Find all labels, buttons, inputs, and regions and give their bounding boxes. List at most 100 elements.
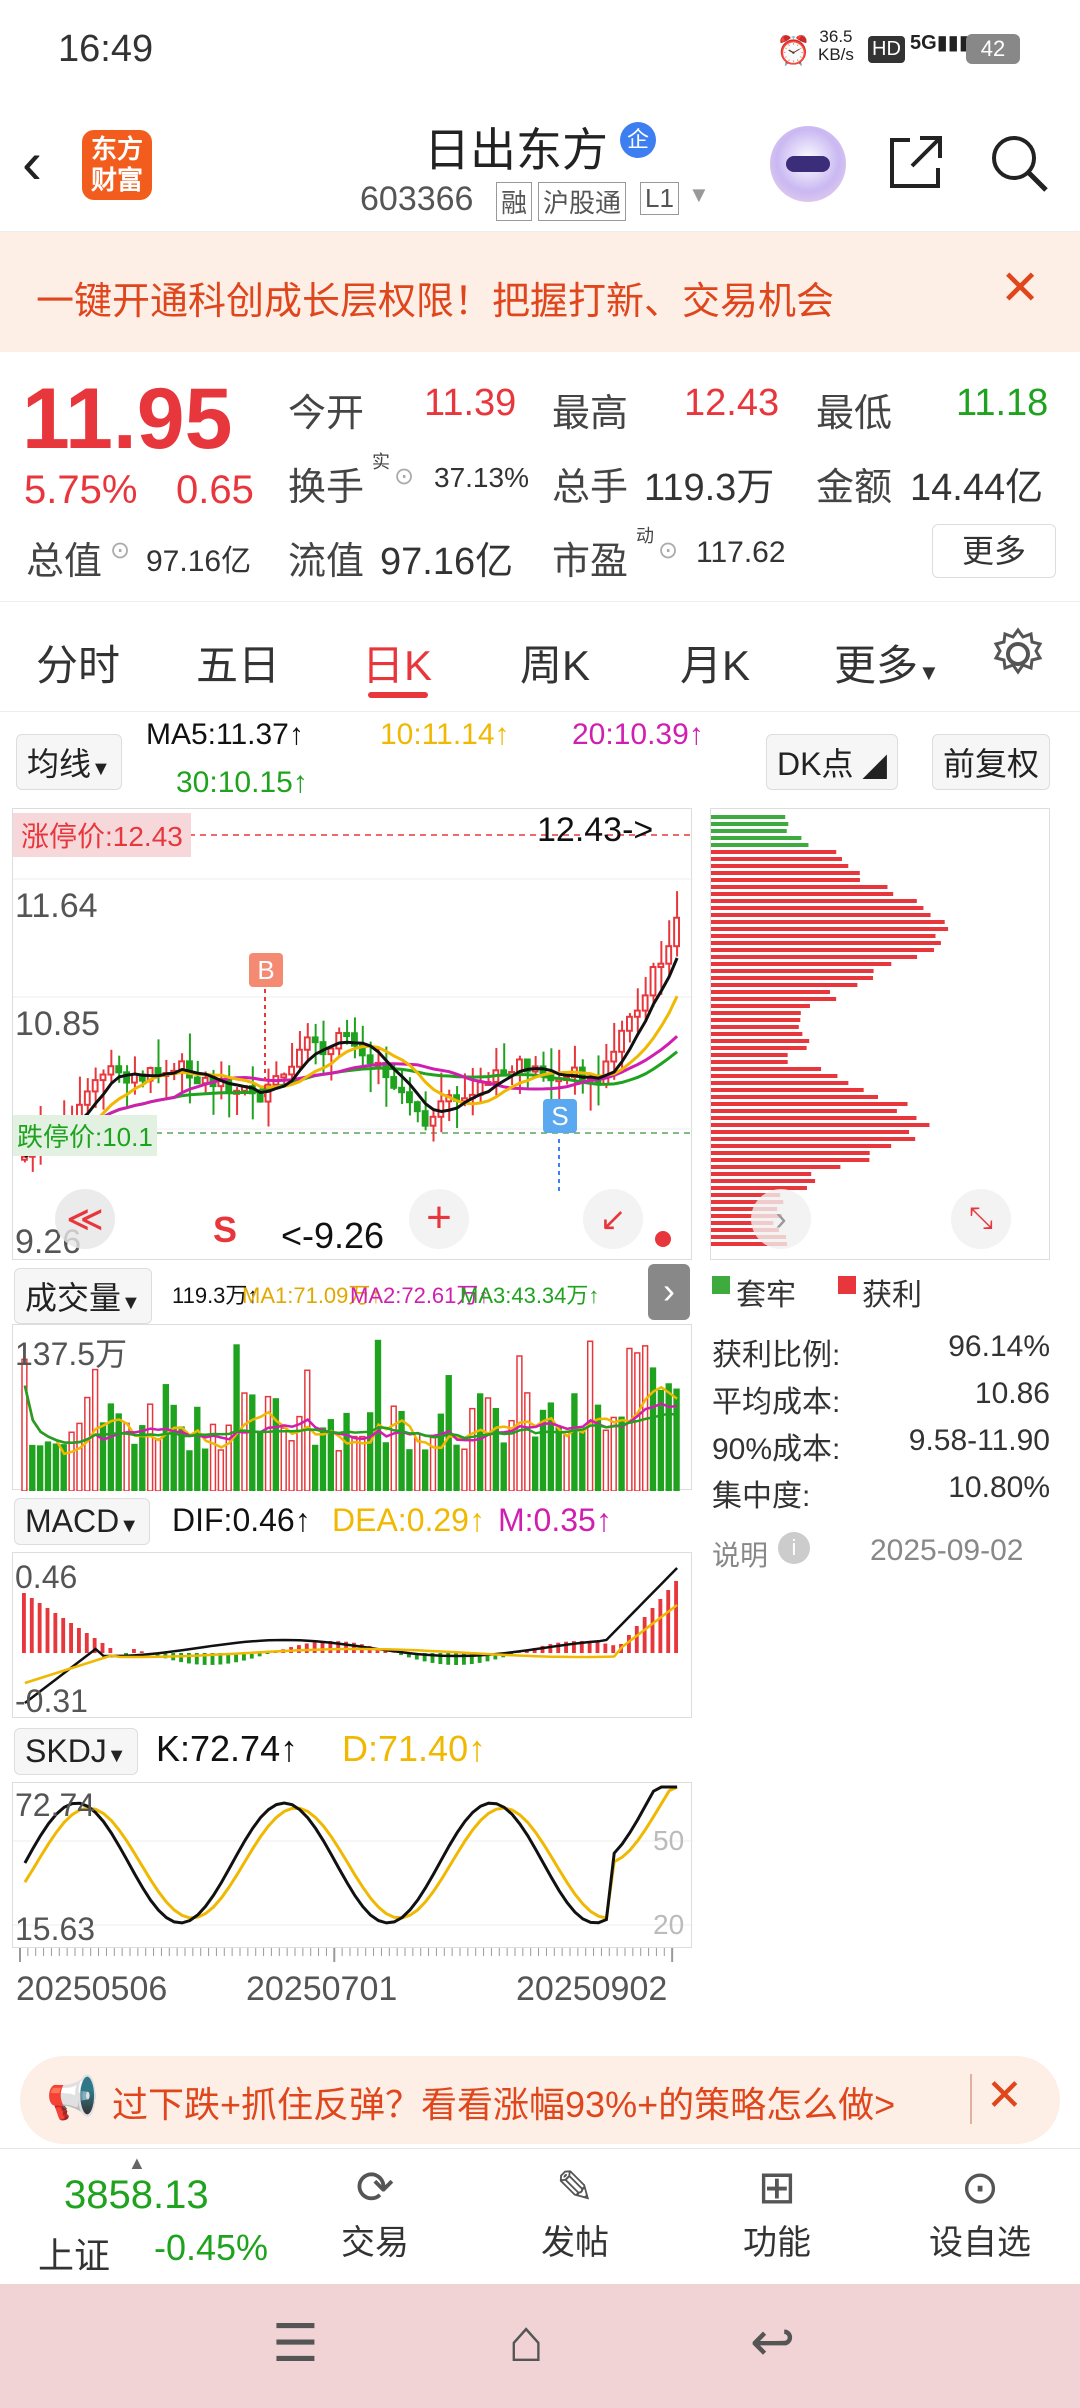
- tab-weekly-k[interactable]: 周K: [520, 632, 590, 693]
- candle: [437, 1100, 445, 1118]
- skdj-selector[interactable]: SKDJ▼: [14, 1728, 138, 1775]
- ad-bar[interactable]: 📢 过下跌+抓住反弹？看看涨幅93%+的策略怎么做> ✕: [20, 2056, 1060, 2144]
- price-tick-1: 11.64: [15, 887, 98, 925]
- candle: [641, 994, 649, 1012]
- more-button[interactable]: 更多: [932, 524, 1056, 578]
- tab-monthly-k[interactable]: 月K: [680, 632, 750, 693]
- chip-bar: [711, 969, 874, 973]
- note-link[interactable]: 说明: [712, 1534, 768, 1574]
- home-icon[interactable]: ⌂: [508, 2306, 544, 2375]
- skdj-chart[interactable]: 72.74 15.63 50 20: [12, 1782, 693, 1948]
- add-drawing-icon[interactable]: +: [409, 1189, 469, 1249]
- candle: [311, 1036, 319, 1044]
- tab-daily-k[interactable]: 日K: [362, 632, 432, 693]
- chevron-down-icon[interactable]: ▼: [688, 182, 710, 208]
- volume-bar: [115, 1413, 122, 1492]
- chip-bar: [711, 1186, 807, 1190]
- scroll-left-icon[interactable]: ≪: [55, 1189, 115, 1249]
- nav-watchlist[interactable]: ⊙ 设自选: [912, 2159, 1048, 2264]
- back-icon[interactable]: ‹: [22, 128, 42, 197]
- enterprise-badge: 企: [620, 122, 656, 158]
- macd-selector[interactable]: MACD▼: [14, 1498, 151, 1545]
- macd-bar: [22, 1593, 26, 1653]
- volume-bar: [162, 1384, 170, 1492]
- skdj-top-label: 72.74: [15, 1787, 96, 1823]
- change-amount: 0.65: [176, 468, 254, 512]
- last-price: 11.95: [22, 371, 233, 467]
- volume-bar: [382, 1442, 390, 1492]
- share-icon[interactable]: [886, 132, 946, 192]
- macd-bar: [658, 1599, 663, 1653]
- volume-bar: [249, 1394, 256, 1492]
- chip-bar: [711, 1116, 917, 1120]
- info-icon[interactable]: i: [778, 1532, 810, 1564]
- ma-selector[interactable]: 均线▼: [16, 734, 122, 790]
- trade-icon: ⟳: [355, 2161, 395, 2213]
- volume-bar: [68, 1431, 75, 1492]
- candle: [429, 1115, 437, 1127]
- profit-legend-swatch: [838, 1276, 856, 1294]
- expand-icon[interactable]: ⤡: [951, 1189, 1011, 1249]
- chevron-right-icon[interactable]: ›: [751, 1189, 811, 1249]
- nav-function[interactable]: ⊞ 功能: [722, 2159, 832, 2264]
- back-nav-icon[interactable]: ↩: [750, 2310, 795, 2373]
- volume-bar: [531, 1436, 539, 1492]
- nav-post[interactable]: ✎ 发帖: [520, 2159, 630, 2264]
- candle: [665, 945, 673, 965]
- tab-five-day[interactable]: 五日: [196, 632, 280, 693]
- promo-banner[interactable]: 一键开通科创成长层权限！把握打新、交易机会 ✕: [0, 232, 1080, 352]
- tab-more[interactable]: 更多▼: [834, 632, 940, 693]
- macd-bar: [61, 1618, 66, 1653]
- kline-chart[interactable]: 涨停价:12.43 12.43-> 11.64 10.85 跌停价:10.1 9…: [12, 808, 693, 1261]
- macd-bar: [674, 1581, 678, 1653]
- adjust-selector[interactable]: 前复权: [932, 734, 1051, 790]
- search-icon[interactable]: [988, 132, 1050, 194]
- nav-trade[interactable]: ⟳ 交易: [320, 2159, 430, 2264]
- chip-bar: [711, 1032, 803, 1036]
- chip-bar: [711, 1095, 878, 1099]
- volume-indicator-selector[interactable]: 成交量▼: [14, 1268, 152, 1324]
- chip-bar: [711, 1018, 801, 1022]
- more-dots-icon: ⊙: [960, 2161, 1000, 2213]
- collapse-arrow-icon[interactable]: ›: [648, 1264, 690, 1320]
- status-bar: 16:49 ⏰ 36.5 KB/s HD 5G▮▮▮▮ 42: [0, 0, 1080, 100]
- gear-icon[interactable]: [990, 626, 1046, 682]
- app-logo: 东方财富: [82, 130, 152, 200]
- volume-bar: [296, 1415, 303, 1492]
- dk-point-selector[interactable]: DK点 ◢: [766, 734, 898, 790]
- chip-bar: [711, 1004, 810, 1008]
- macd-bar: [100, 1643, 105, 1653]
- chip-bar: [711, 962, 892, 966]
- macd-bar: [139, 1651, 144, 1653]
- chip-bar: [711, 990, 830, 994]
- level-tag: L1: [640, 182, 679, 215]
- close-icon[interactable]: ✕: [1000, 260, 1040, 316]
- sell-signal-marker[interactable]: S: [543, 1099, 577, 1133]
- menu-icon[interactable]: ☰: [272, 2314, 319, 2374]
- chip-bar: [711, 1137, 916, 1141]
- tab-intraday[interactable]: 分时: [36, 632, 120, 693]
- close-icon[interactable]: ✕: [986, 2070, 1023, 2121]
- volume-chart[interactable]: 137.5万: [12, 1324, 692, 1492]
- volume-bar: [649, 1367, 657, 1492]
- crosshair-icon[interactable]: ↙: [583, 1189, 643, 1249]
- chip-bar: [711, 1179, 816, 1183]
- candle: [256, 1092, 264, 1103]
- chip-bar: [711, 983, 858, 987]
- macd-bar: [132, 1648, 136, 1653]
- volume-bar: [500, 1442, 507, 1492]
- macd-chart[interactable]: 0.46 -0.31: [12, 1552, 692, 1719]
- volume-bar: [186, 1450, 193, 1492]
- chip-distribution-chart[interactable]: › ⤡: [710, 808, 1050, 1260]
- volume-value: 119.3万: [644, 467, 775, 509]
- volume-bar: [280, 1427, 287, 1492]
- candle: [657, 962, 665, 969]
- tab-underline: [368, 692, 428, 698]
- volume-bar: [665, 1383, 672, 1492]
- volume-bar: [29, 1444, 36, 1492]
- buy-signal-marker[interactable]: B: [249, 953, 283, 987]
- candle: [633, 1009, 641, 1018]
- volume-bar: [217, 1449, 225, 1492]
- robot-avatar-icon[interactable]: [770, 126, 846, 202]
- index-ticker[interactable]: ▲ 3858.13 上证 -0.45%: [0, 2149, 300, 2285]
